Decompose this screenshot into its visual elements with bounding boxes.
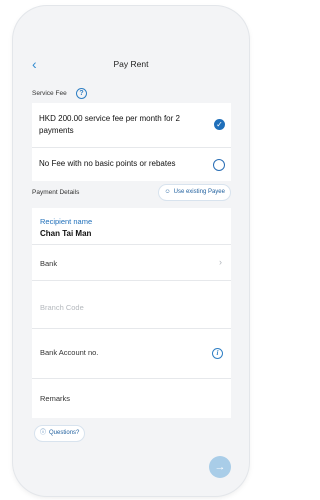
fee-option-paid[interactable]: HKD 200.00 service fee per month for 2 p…: [32, 103, 231, 147]
divider: [32, 328, 231, 329]
page-title: Pay Rent: [113, 59, 149, 69]
use-existing-payee-label: Use existing Payee: [173, 189, 225, 195]
question-circle-icon: ⓘ: [40, 430, 47, 436]
arrow-right-icon: →: [214, 461, 226, 473]
header: ‹ Pay Rent: [23, 56, 239, 72]
radio-icon[interactable]: [213, 159, 225, 171]
info-icon[interactable]: i: [212, 348, 223, 359]
branch-code-field[interactable]: Branch Code: [40, 303, 84, 312]
payment-details-card: Recipient name Chan Tai Man Bank › Branc…: [32, 208, 231, 418]
payment-details-label: Payment Details: [32, 189, 80, 196]
questions-label: Questions?: [49, 430, 80, 436]
service-fee-card: HKD 200.00 service fee per month for 2 p…: [32, 103, 231, 181]
chevron-right-icon[interactable]: ›: [219, 257, 222, 267]
divider: [32, 280, 231, 281]
screen: ‹ Pay Rent Service Fee ? HKD 200.00 serv…: [23, 20, 239, 486]
fee-option-text: HKD 200.00 service fee per month for 2 p…: [39, 114, 180, 135]
divider: [32, 244, 231, 245]
recipient-name-label: Recipient name: [40, 217, 93, 226]
fee-option-free[interactable]: No Fee with no basic points or rebates: [32, 148, 231, 181]
bank-account-field[interactable]: Bank Account no.: [40, 348, 98, 357]
remarks-field[interactable]: Remarks: [40, 394, 70, 403]
person-search-icon: ☺: [164, 189, 171, 195]
questions-button[interactable]: ⓘ Questions?: [34, 425, 86, 442]
divider: [32, 378, 231, 379]
recipient-name-value[interactable]: Chan Tai Man: [40, 229, 91, 238]
check-icon[interactable]: ✓: [214, 119, 225, 130]
service-fee-label: Service Fee: [32, 90, 67, 97]
bank-field[interactable]: Bank: [40, 259, 57, 268]
fee-option-text: No Fee with no basic points or rebates: [39, 159, 176, 168]
use-existing-payee-button[interactable]: ☺ Use existing Payee: [158, 184, 231, 201]
phone-frame: ‹ Pay Rent Service Fee ? HKD 200.00 serv…: [13, 6, 249, 496]
next-button[interactable]: →: [209, 456, 231, 478]
question-icon[interactable]: ?: [76, 88, 87, 99]
